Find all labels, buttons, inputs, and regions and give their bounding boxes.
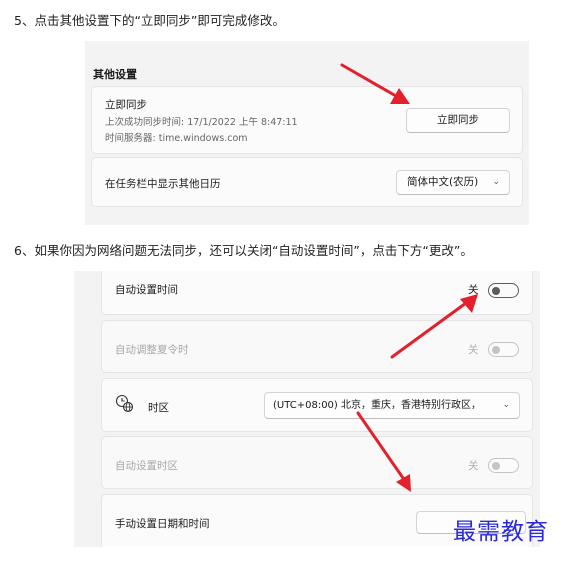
auto-dst-state: 关 bbox=[468, 344, 479, 356]
timezone-row: 时区 (UTC+08:00) 北京，重庆，香港特别行政区， ⌄ bbox=[101, 378, 533, 432]
auto-timezone-label: 自动设置时区 bbox=[115, 460, 178, 472]
toggle-knob bbox=[492, 461, 500, 470]
step-5-instruction: 5、点击其他设置下的“立即同步”即可完成修改。 bbox=[14, 13, 285, 28]
auto-dst-toggle[interactable] bbox=[488, 342, 519, 357]
auto-dst-row: 自动调整夏令时 关 bbox=[101, 320, 533, 373]
toggle-knob bbox=[492, 345, 500, 354]
chevron-down-icon: ⌄ bbox=[502, 400, 510, 410]
sync-now-card: 立即同步 上次成功同步时间: 17/1/2022 上午 8:47:11 时间服务… bbox=[91, 86, 523, 154]
globe-clock-icon bbox=[115, 394, 135, 414]
time-server: 时间服务器: time.windows.com bbox=[105, 133, 248, 144]
auto-set-time-label: 自动设置时间 bbox=[115, 284, 178, 296]
auto-set-time-row: 自动设置时间 关 bbox=[101, 271, 533, 315]
toggle-knob bbox=[492, 286, 500, 295]
date-time-settings-screenshot: 自动设置时间 关 自动调整夏令时 关 时区 (UTC+08:00) 北京，重庆，… bbox=[74, 271, 540, 547]
calendar-card-title: 在任务栏中显示其他日历 bbox=[105, 178, 221, 190]
timezone-select-value: (UTC+08:00) 北京，重庆，香港特别行政区， bbox=[273, 400, 482, 411]
step-6-instruction: 6、如果你因为网络问题无法同步，还可以关闭“自动设置时间”，点击下方“更改”。 bbox=[14, 243, 473, 258]
calendar-select[interactable]: 简体中文(农历) ⌄ bbox=[396, 170, 510, 195]
auto-timezone-state: 关 bbox=[468, 460, 479, 472]
other-settings-screenshot: 其他设置 立即同步 上次成功同步时间: 17/1/2022 上午 8:47:11… bbox=[85, 41, 529, 225]
auto-dst-label: 自动调整夏令时 bbox=[115, 344, 189, 356]
sync-card-title: 立即同步 bbox=[105, 99, 147, 111]
chevron-down-icon: ⌄ bbox=[492, 177, 500, 187]
calendar-select-value: 简体中文(农历) bbox=[407, 176, 479, 188]
auto-timezone-row: 自动设置时区 关 bbox=[101, 436, 533, 489]
watermark-logo: 最需教育 bbox=[453, 519, 549, 545]
other-calendar-card: 在任务栏中显示其他日历 简体中文(农历) ⌄ bbox=[91, 157, 523, 207]
timezone-select[interactable]: (UTC+08:00) 北京，重庆，香港特别行政区， ⌄ bbox=[264, 392, 520, 419]
manual-date-time-label: 手动设置日期和时间 bbox=[115, 518, 210, 530]
sync-now-button[interactable]: 立即同步 bbox=[406, 108, 510, 133]
auto-set-time-state: 关 bbox=[468, 284, 479, 296]
auto-set-time-toggle[interactable] bbox=[488, 283, 519, 298]
section-title: 其他设置 bbox=[93, 68, 137, 81]
auto-timezone-toggle[interactable] bbox=[488, 458, 519, 473]
timezone-label: 时区 bbox=[148, 402, 169, 414]
last-sync-time: 上次成功同步时间: 17/1/2022 上午 8:47:11 bbox=[105, 117, 298, 128]
